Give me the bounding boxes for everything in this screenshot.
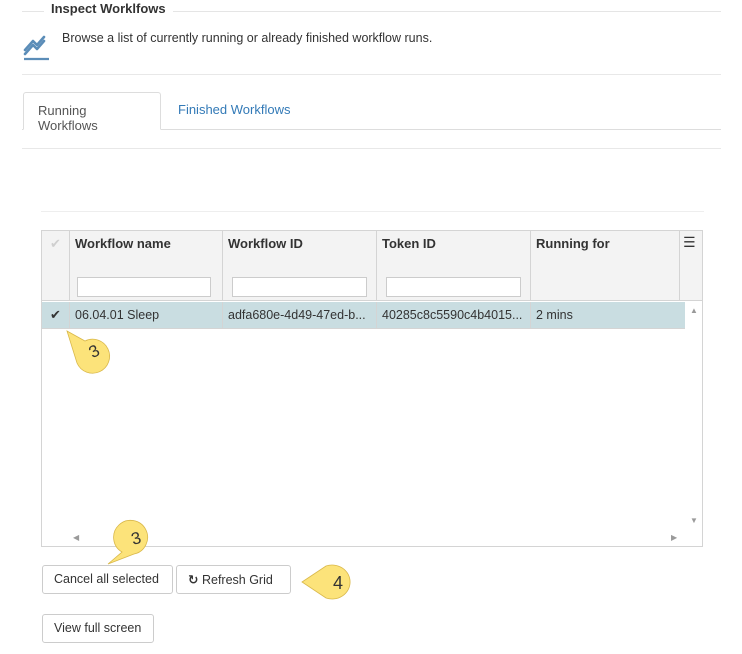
filter-input-workflow-name[interactable] (77, 277, 211, 297)
column-label: Workflow name (75, 236, 171, 251)
grid-menu-icon[interactable]: ☰ (683, 234, 696, 251)
column-label: Token ID (382, 236, 436, 251)
row-select-cell[interactable]: ✔ (42, 302, 70, 329)
select-all-check-icon[interactable]: ✔ (50, 236, 61, 252)
column-header-workflow-id[interactable]: Workflow ID (223, 231, 377, 301)
scroll-right-icon[interactable]: ▶ (671, 533, 677, 542)
divider (22, 148, 721, 149)
tab-running-workflows[interactable]: Running Workflows (23, 92, 161, 133)
cell-token-id: 40285c8c5590c4b4015... (377, 302, 531, 329)
cell-workflow-id: adfa680e-4d49-47ed-b... (223, 302, 377, 329)
section-title: Inspect Worklfows (44, 1, 173, 16)
select-all-column[interactable]: ✔ (42, 231, 70, 301)
scroll-up-icon[interactable]: ▲ (690, 306, 698, 315)
filter-input-token-id[interactable] (386, 277, 521, 297)
column-label: Running for (536, 236, 610, 251)
callout-marker: 3 (107, 519, 149, 565)
callout-label: 4 (333, 573, 343, 593)
view-full-screen-button[interactable]: View full screen (42, 614, 154, 643)
chart-line-icon (23, 35, 49, 61)
table-row[interactable]: ✔ 06.04.01 Sleep adfa680e-4d49-47ed-b...… (42, 302, 685, 329)
column-header-token-id[interactable]: Token ID (377, 231, 531, 301)
column-header-running-for[interactable]: Running for (531, 231, 680, 301)
vertical-scrollbar[interactable]: ▲ ▼ (685, 302, 702, 531)
scroll-down-icon[interactable]: ▼ (690, 516, 698, 525)
column-label: Workflow ID (228, 236, 303, 251)
refresh-icon: ↻ (188, 573, 199, 587)
column-header-workflow-name[interactable]: Workflow name (70, 231, 223, 301)
callout-marker: 4 (301, 564, 351, 600)
divider (22, 74, 721, 75)
cell-running-for: 2 mins (536, 308, 573, 322)
scroll-left-icon[interactable]: ◀ (73, 533, 79, 542)
refresh-grid-label: Refresh Grid (201, 573, 273, 587)
callout-marker: 3 (66, 330, 110, 374)
horizontal-scrollbar[interactable]: ◀ ▶ (70, 531, 685, 546)
workflow-grid: ✔ Workflow name Workflow ID Token ID Run… (41, 230, 703, 547)
tab-finished-workflows[interactable]: Finished Workflows (164, 92, 304, 130)
grid-header: ✔ Workflow name Workflow ID Token ID Run… (42, 231, 702, 301)
divider (41, 211, 704, 212)
refresh-grid-button[interactable]: ↻ Refresh Grid (176, 565, 291, 594)
filter-input-workflow-id[interactable] (232, 277, 367, 297)
section-description: Browse a list of currently running or al… (62, 31, 433, 45)
cell-workflow-name: 06.04.01 Sleep (70, 302, 223, 329)
row-check-icon[interactable]: ✔ (50, 307, 61, 323)
